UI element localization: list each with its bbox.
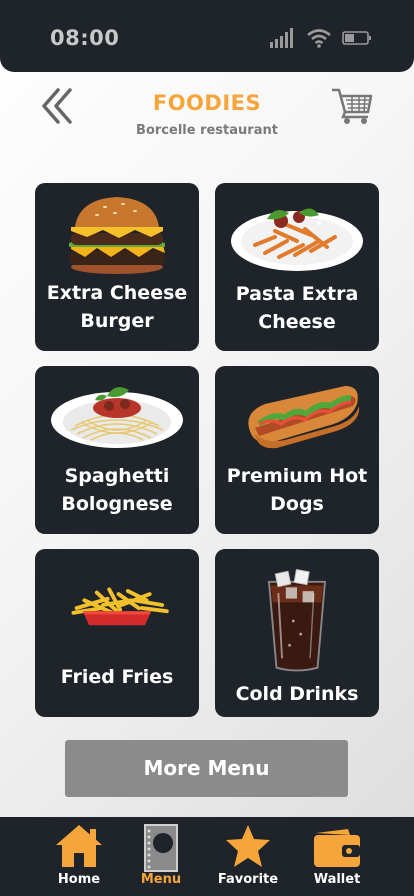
nav-label: Home (57, 872, 101, 887)
menu-card-burger[interactable]: Extra Cheese Burger (35, 183, 199, 351)
menu-card-pasta[interactable]: Pasta Extra Cheese (215, 183, 379, 351)
nav-item-menu[interactable]: Menu (121, 817, 201, 896)
menu-card-drinks[interactable]: Cold Drinks (215, 549, 379, 717)
hotdog-image (248, 386, 360, 449)
more-menu-button[interactable]: More Menu (65, 740, 348, 797)
cart-icon[interactable] (330, 86, 374, 126)
status-time: 08:00 (50, 26, 120, 50)
menu-card-hotdog[interactable]: Premium Hot Dogs (215, 366, 379, 534)
nav-item-favorite[interactable]: Favorite (208, 817, 288, 896)
status-icons (270, 28, 372, 48)
burger-image (69, 197, 165, 274)
nav-item-home[interactable]: Home (39, 817, 119, 896)
wifi-icon (307, 29, 331, 48)
star-icon (226, 825, 270, 867)
spaghetti-image (51, 387, 183, 448)
menu-card-label: Extra Cheese Burger (46, 282, 188, 332)
pasta-image (231, 208, 363, 271)
bottom-nav: Home Menu Favorite Wallet (0, 817, 414, 896)
nav-label: Menu (140, 872, 182, 887)
nav-item-wallet[interactable]: Wallet (297, 817, 377, 896)
menu-card-label: Spaghetti Bolognese (61, 465, 173, 515)
menu-card-spaghetti[interactable]: Spaghetti Bolognese (35, 366, 199, 534)
menu-card-label: Premium Hot Dogs (226, 465, 368, 515)
nav-label: Wallet (313, 872, 361, 887)
status-bar: 08:00 (0, 0, 414, 72)
fries-image (71, 587, 169, 626)
menu-card-label: Cold Drinks (235, 683, 359, 705)
menu-card-fries[interactable]: Fried Fries (35, 549, 199, 717)
battery-icon (342, 31, 371, 45)
menu-card-label: Pasta Extra Cheese (235, 283, 359, 333)
nav-label: Favorite (217, 872, 279, 887)
home-icon (56, 825, 102, 867)
menu-book-icon (144, 824, 178, 872)
signal-icon (270, 28, 293, 48)
wallet-icon (314, 829, 360, 867)
menu-card-label: Fried Fries (60, 666, 174, 688)
cold-drink-image (267, 569, 327, 672)
